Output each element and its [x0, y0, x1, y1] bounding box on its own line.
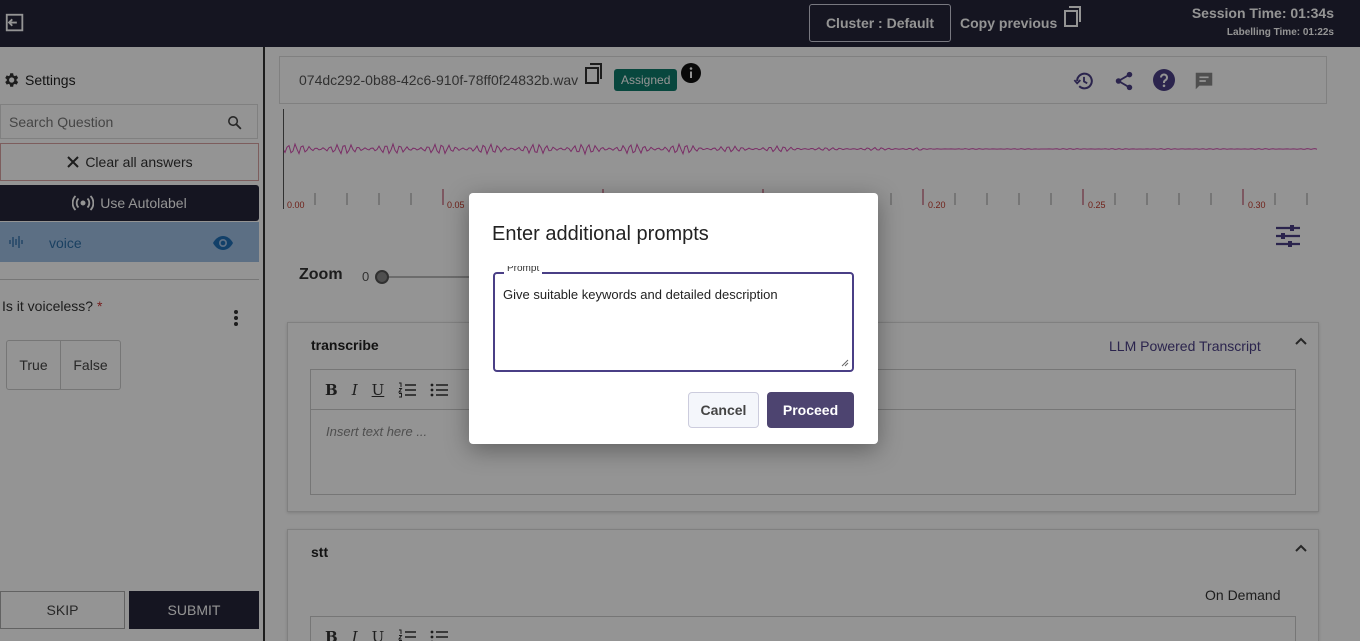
prompt-field-label: Prompt: [504, 266, 543, 275]
resize-handle-icon[interactable]: [841, 359, 849, 367]
proceed-button[interactable]: Proceed: [767, 392, 854, 428]
prompt-textarea[interactable]: Prompt Give suitable keywords and detail…: [493, 266, 854, 372]
prompt-value: Give suitable keywords and detailed desc…: [503, 287, 778, 302]
cancel-button[interactable]: Cancel: [688, 392, 759, 428]
dialog-title: Enter additional prompts: [492, 223, 709, 245]
additional-prompts-dialog: Enter additional prompts Prompt Give sui…: [469, 193, 878, 444]
